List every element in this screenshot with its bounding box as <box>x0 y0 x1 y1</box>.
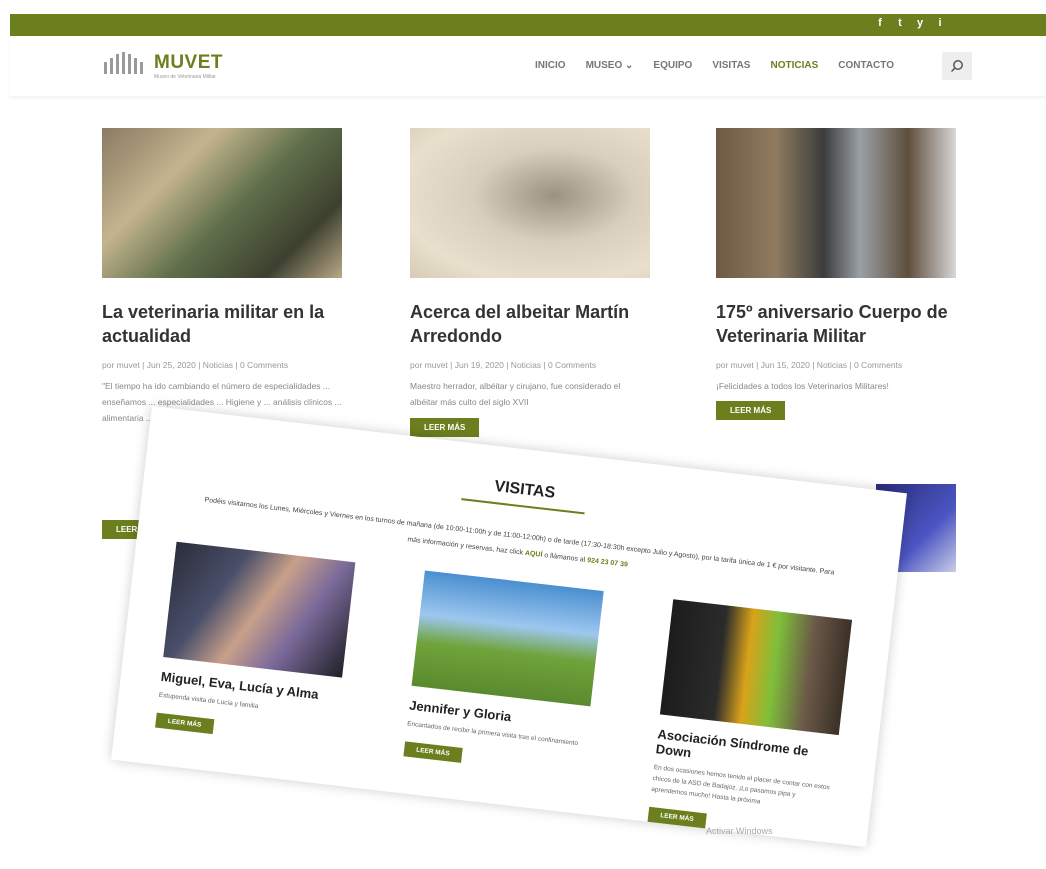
post-title[interactable]: La veterinaria militar en la actualidad <box>102 300 342 348</box>
nav-visitas[interactable]: VISITAS <box>712 60 750 71</box>
twitter-icon[interactable]: t <box>894 17 906 29</box>
top-bar: f t y i <box>10 14 1046 36</box>
read-more-button[interactable]: LEER MÁS <box>403 741 463 763</box>
nav-noticias[interactable]: NOTICIAS <box>770 60 818 71</box>
nav-contacto[interactable]: CONTACTO <box>838 60 894 71</box>
visit-card: Asociación Síndrome de Down En dos ocasi… <box>647 599 853 842</box>
windows-activation-watermark: Activar Windows <box>706 826 773 836</box>
post-image[interactable] <box>410 128 650 278</box>
youtube-icon[interactable]: y <box>914 17 926 29</box>
post-card: 175º aniversario Cuerpo de Veterinaria M… <box>716 128 956 420</box>
visit-image[interactable] <box>659 599 853 736</box>
site-header: MUVET Museo de Veterinaria Militar INICI… <box>10 36 1046 96</box>
read-more-button[interactable]: LEER MÁS <box>155 712 215 735</box>
logo-tagline: Museo de Veterinaria Militar <box>154 74 216 80</box>
post-excerpt: Maestro herrador, albéitar y cirujano, f… <box>410 381 621 407</box>
nav-inicio[interactable]: INICIO <box>535 60 566 71</box>
post-image[interactable] <box>102 128 342 278</box>
search-button[interactable] <box>942 52 972 80</box>
post-card: Acerca del albeitar Martín Arredondo por… <box>410 128 650 410</box>
reservas-link[interactable]: AQUÍ <box>525 550 543 559</box>
logo-building-icon <box>104 52 150 74</box>
instagram-icon[interactable]: i <box>934 17 946 29</box>
visit-card: Jennifer y Gloria Encantados de recibir … <box>403 570 604 776</box>
visitas-panel: VISITAS Podéis visitarnos los Lunes, Mié… <box>111 406 907 847</box>
read-more-button[interactable]: LEER MÁS <box>716 401 786 420</box>
search-icon <box>950 60 963 73</box>
phone-link[interactable]: 924 23 07 39 <box>587 557 628 569</box>
post-title[interactable]: Acerca del albeitar Martín Arredondo <box>410 300 650 348</box>
social-links: f t y i <box>874 17 946 29</box>
main-nav: INICIO MUSEO ⌄ EQUIPO VISITAS NOTICIAS C… <box>535 60 894 71</box>
post-meta: por muvet | Jun 25, 2020 | Noticias | 0 … <box>102 360 289 370</box>
facebook-icon[interactable]: f <box>874 17 886 29</box>
visit-card: Miguel, Eva, Lucía y Alma Estupenda visi… <box>155 541 356 748</box>
chevron-down-icon: ⌄ <box>625 60 634 71</box>
nav-equipo[interactable]: EQUIPO <box>653 60 692 71</box>
nav-museo[interactable]: MUSEO ⌄ <box>586 60 634 71</box>
post-title[interactable]: 175º aniversario Cuerpo de Veterinaria M… <box>716 300 956 348</box>
logo-text: MUVET <box>154 52 223 73</box>
site-logo[interactable]: MUVET Museo de Veterinaria Militar <box>104 52 223 80</box>
post-card: La veterinaria militar en la actualidad … <box>102 128 342 426</box>
post-meta: por muvet | Jun 15, 2020 | Noticias | 0 … <box>716 360 903 370</box>
post-excerpt: ¡Felicidades a todos los Veterinarios Mi… <box>716 381 889 391</box>
post-image[interactable] <box>716 128 956 278</box>
post-meta: por muvet | Jun 19, 2020 | Noticias | 0 … <box>410 360 597 370</box>
visit-image[interactable] <box>411 570 604 707</box>
visit-image[interactable] <box>163 541 356 678</box>
read-more-button[interactable]: LEER MÁS <box>647 806 707 829</box>
read-more-button[interactable]: LEER MÁS <box>410 418 480 437</box>
